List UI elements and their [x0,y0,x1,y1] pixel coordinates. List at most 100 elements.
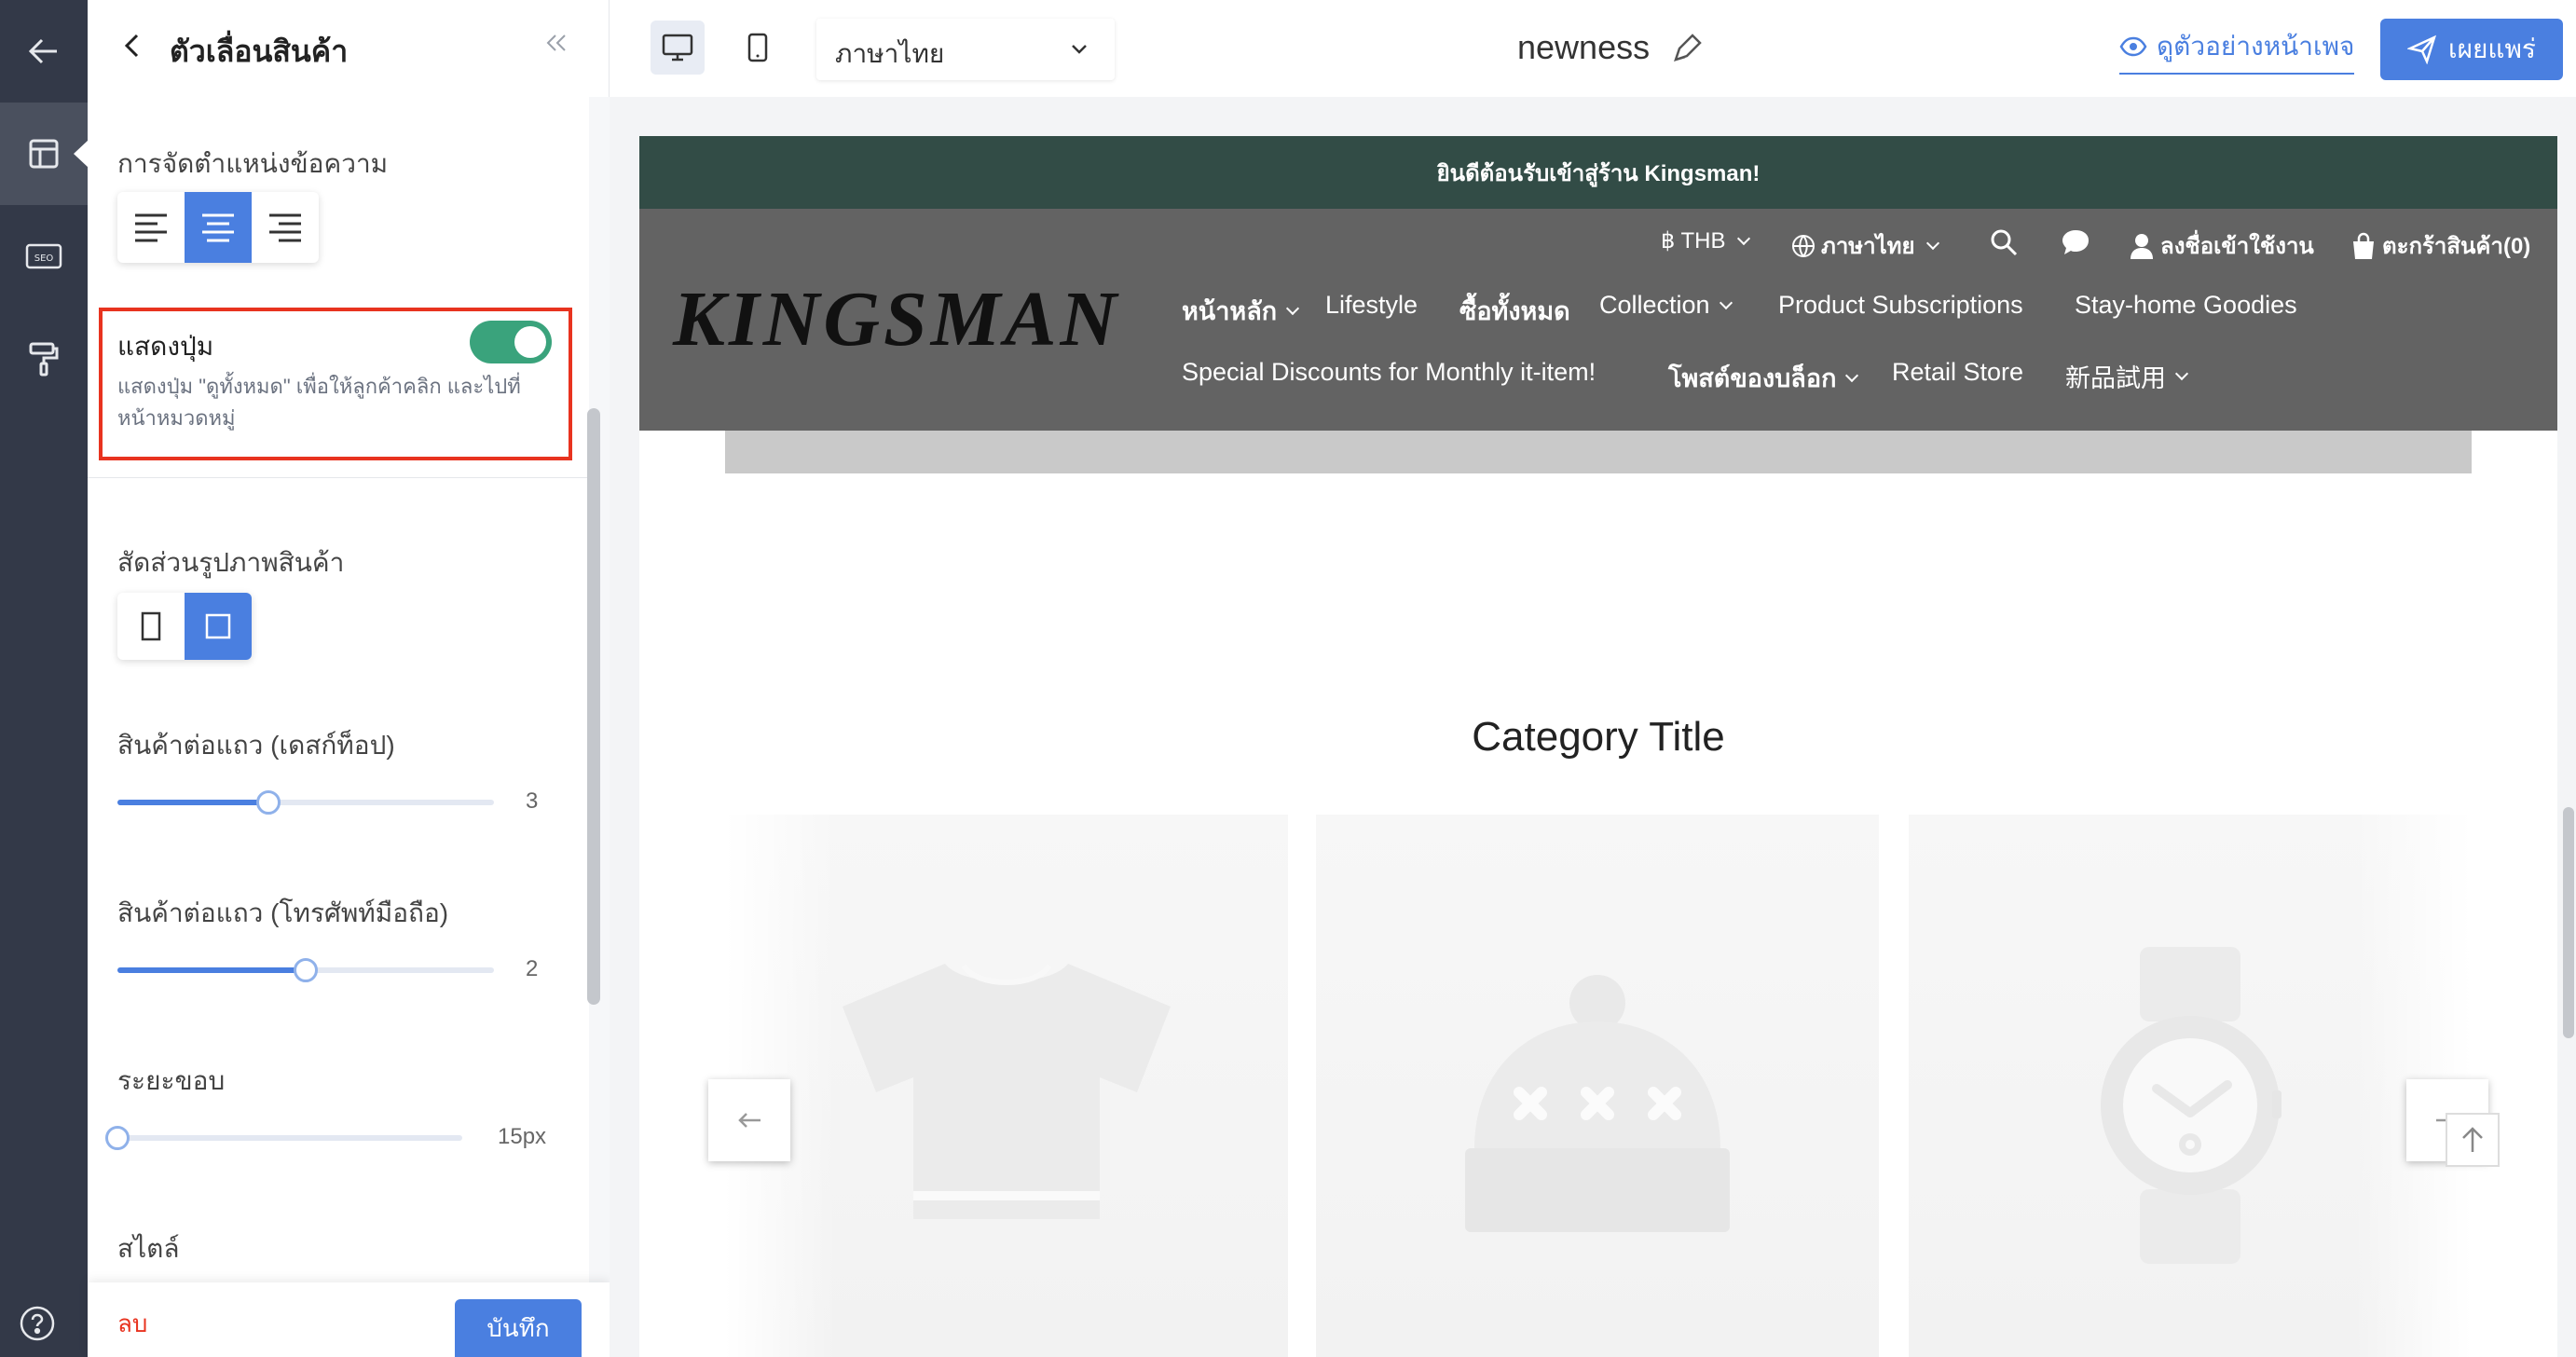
pencil-icon[interactable] [1670,32,1704,65]
nav-label: Special Discounts for Monthly it-item! [1182,358,1596,386]
chat-icon[interactable] [2060,227,2091,257]
padding-label: ระยะขอบ [117,1066,226,1095]
carousel-prev-button[interactable] [708,1079,790,1161]
tshirt-icon [843,964,1171,1219]
exit-editor-button[interactable] [0,0,88,103]
store-header: KINGSMAN ฿ THB ภาษาไทย ลงชื่อเข้าใช้งาน … [639,209,2557,431]
eye-icon [2119,36,2147,57]
mobile-per-row-value: 2 [526,956,539,981]
text-alignment-label: การจัดตำแหน่งข้อความ [117,149,389,178]
toggle-knob [514,326,546,358]
cart-link[interactable]: ตะกร้าสินค้า(0) [2350,227,2530,264]
rail-theme-button[interactable] [0,308,88,410]
product-card[interactable] [1316,815,1879,1357]
collapse-panel-button[interactable] [544,32,569,59]
nav-label: Product Subscriptions [1778,291,2023,319]
mobile-view-button[interactable] [731,21,785,75]
show-button-toggle[interactable] [470,321,552,363]
chevron-down-icon [1286,301,1300,315]
globe-icon [1792,234,1815,257]
store-preview: ยินดีต้อนรับเข้าสู่ร้าน Kingsman! KINGSM… [639,136,2557,1357]
panel-title: ตัวเลื่อนสินค้า [170,34,349,68]
mobile-per-row-slider[interactable] [117,956,494,984]
align-center-icon [202,213,234,242]
panel-back-button[interactable] [121,32,144,64]
rail-sections-button[interactable] [0,103,89,205]
panel-footer: ลบ บันทึก [88,1282,610,1357]
currency-selector[interactable]: ฿ THB [1661,227,1750,254]
save-button[interactable]: บันทึก [455,1299,582,1357]
padding-slider[interactable] [105,1124,462,1152]
ratio-portrait-button[interactable] [117,593,185,660]
store-logo[interactable]: KINGSMAN [673,274,1120,364]
align-right-icon [269,213,301,242]
nav-item-home[interactable]: หน้าหลัก [1182,291,1300,331]
nav-item-collection[interactable]: Collection [1599,291,1733,320]
desktop-per-row-label: สินค้าต่อแถว (เดสก์ท็อป) [117,731,395,760]
nav-label: Collection [1599,291,1710,319]
slider-thumb[interactable] [256,790,281,815]
login-link[interactable]: ลงชื่อเข้าใช้งาน [2129,227,2314,264]
nav-item-special[interactable]: Special Discounts for Monthly it-item! [1182,358,1596,387]
page-name[interactable]: newness [1517,28,1650,67]
nav-label: ซื้อทั้งหมด [1459,297,1570,325]
preview-page-label: ดูตัวอย่างหน้าเพจ [2157,32,2355,61]
back-to-top-button[interactable] [2446,1113,2500,1167]
seo-icon: SEO [25,243,62,269]
watch-icon [2101,947,2281,1264]
cart-label: ตะกร้าสินค้า(0) [2382,234,2531,259]
nav-item-blog[interactable]: โพสต์ของบล็อก [1668,358,1859,398]
publish-button[interactable]: เผยแพร่ [2380,19,2563,80]
search-icon[interactable] [1989,227,2019,257]
help-button[interactable] [19,1305,56,1347]
site-language-selector[interactable]: ภาษาไทย [1791,227,1939,264]
nav-item-retail[interactable]: Retail Store [1892,358,2023,387]
square-icon [205,613,231,639]
chevron-down-icon [1925,236,1939,250]
nav-item-trial[interactable]: 新品試用 [2065,358,2189,394]
login-label: ลงชื่อเข้าใช้งาน [2160,234,2314,259]
nav-item-stay-home[interactable]: Stay-home Goodies [2075,291,2297,320]
announcement-bar: ยินดีต้อนรับเข้าสู่ร้าน Kingsman! [639,136,2557,209]
image-ratio-label: สัดส่วนรูปภาพสินค้า [117,548,345,577]
svg-text:SEO: SEO [34,254,54,264]
nav-item-lifestyle[interactable]: Lifestyle [1325,291,1418,320]
panel-scrollbar[interactable] [587,408,600,1005]
show-button-label: แสดงปุ่ม [117,332,214,361]
language-select[interactable]: ภาษาไทย [816,19,1115,80]
delete-button[interactable]: ลบ [117,1305,147,1343]
slider-thumb[interactable] [294,958,318,982]
desktop-per-row-value: 3 [526,788,539,814]
nav-label: 新品試用 [2065,364,2166,392]
panel-header: ตัวเลื่อนสินค้า [88,0,610,97]
editor-rail: SEO [0,0,89,1357]
slider-fill [117,800,268,805]
nav-label: โพสต์ของบล็อก [1668,364,1837,392]
desktop-view-button[interactable] [651,21,705,75]
settings-panel: ตัวเลื่อนสินค้า การจัดตำแหน่งข้อความ แสด… [88,0,610,1357]
nav-label: Lifestyle [1325,291,1418,319]
padding-value: 15px [498,1124,547,1149]
site-language-label: ภาษาไทย [1821,234,1915,259]
desktop-per-row-slider[interactable] [117,788,494,816]
ratio-square-button[interactable] [185,593,252,660]
nav-item-shop-all[interactable]: ซื้อทั้งหมด [1459,291,1570,331]
preview-scrollbar[interactable] [2563,807,2574,1038]
slider-thumb[interactable] [105,1126,130,1150]
text-alignment-group [117,192,319,263]
chevron-left-icon [124,34,139,58]
user-icon [2131,233,2153,259]
paint-roller-icon [29,342,59,377]
preview-page-link[interactable]: ดูตัวอย่างหน้าเพจ [2119,26,2355,75]
chevron-down-icon [1845,368,1859,382]
show-button-description: แสดงปุ่ม "ดูทั้งหมด" เพื่อให้ลูกค้าคลิก … [117,375,521,430]
arrow-left-icon [28,38,57,64]
align-left-button[interactable] [117,192,185,263]
rail-seo-button[interactable]: SEO [0,205,88,308]
chevron-down-icon [2174,366,2189,380]
align-center-button[interactable] [185,192,252,263]
arrow-left-icon [738,1113,760,1128]
banner-placeholder [725,431,2472,473]
nav-item-subscriptions[interactable]: Product Subscriptions [1778,291,2023,320]
align-right-button[interactable] [252,192,319,263]
